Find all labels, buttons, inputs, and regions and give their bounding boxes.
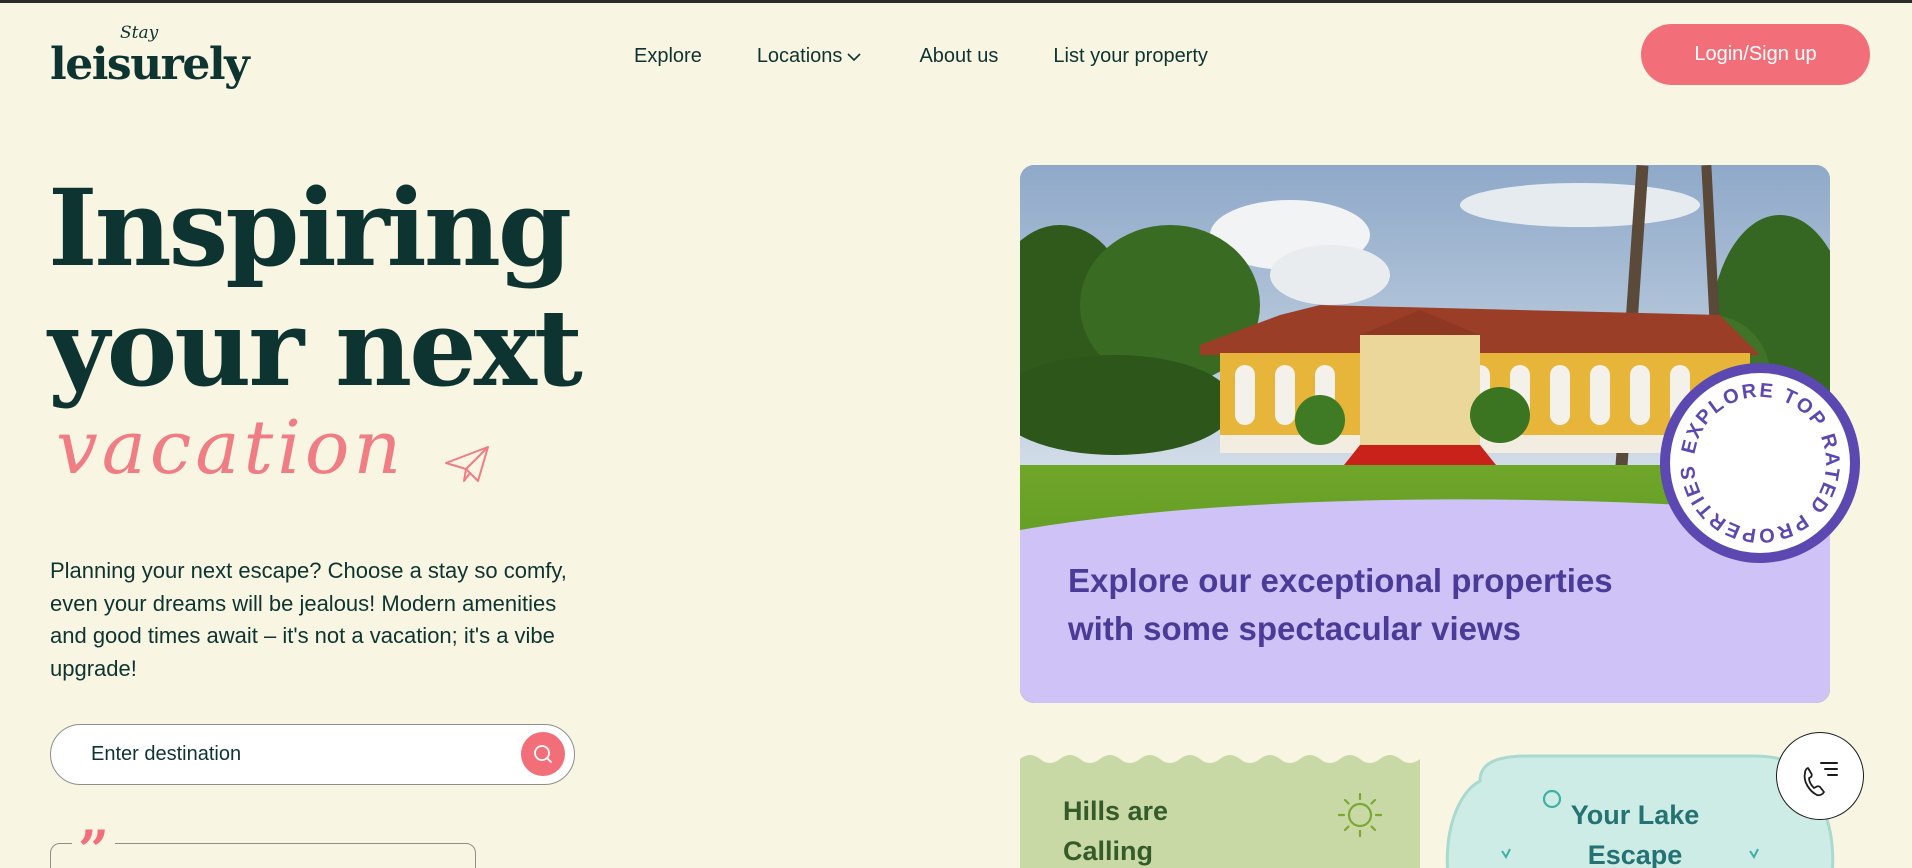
login-signup-button[interactable]: Login/Sign up [1641, 24, 1870, 85]
phone-menu-icon [1803, 762, 1838, 797]
hills-card-title: Hills are Calling [1063, 796, 1169, 866]
explore-top-rated-badge[interactable]: EXPLORE TOP RATED PROPERTIES [1658, 361, 1862, 565]
nav-locations[interactable]: Locations [757, 45, 863, 68]
featured-properties-text: Explore our exceptional properties with … [1068, 562, 1613, 647]
hero-heading-line-1: Inspiring [48, 165, 572, 290]
hero-intro-text: Planning your next escape? Choose a stay… [50, 558, 567, 681]
destination-input[interactable] [91, 725, 511, 783]
brand-logo[interactable]: Stay leisurely [50, 21, 250, 91]
chevron-down-icon [847, 52, 862, 61]
nav-about-us[interactable]: About us [919, 45, 998, 68]
search-icon [534, 745, 552, 763]
nav-list-property[interactable]: List your property [1053, 45, 1208, 68]
hero-heading-line-2: your next [48, 285, 583, 410]
logo-wordmark: leisurely [50, 39, 250, 90]
main-nav: Explore Locations About us List your pro… [634, 45, 1208, 68]
destination-search [50, 724, 575, 785]
nav-locations-label: Locations [756, 45, 843, 67]
lake-card-title: Your Lake Escape [1570, 800, 1700, 868]
nav-explore[interactable]: Explore [634, 45, 702, 68]
contact-menu-button[interactable] [1776, 732, 1864, 820]
quote-icon: ” [72, 823, 116, 868]
sun-icon [1337, 792, 1383, 838]
hero-script-word: vacation [56, 405, 406, 491]
paper-plane-icon [445, 446, 489, 482]
search-button[interactable] [521, 732, 565, 776]
